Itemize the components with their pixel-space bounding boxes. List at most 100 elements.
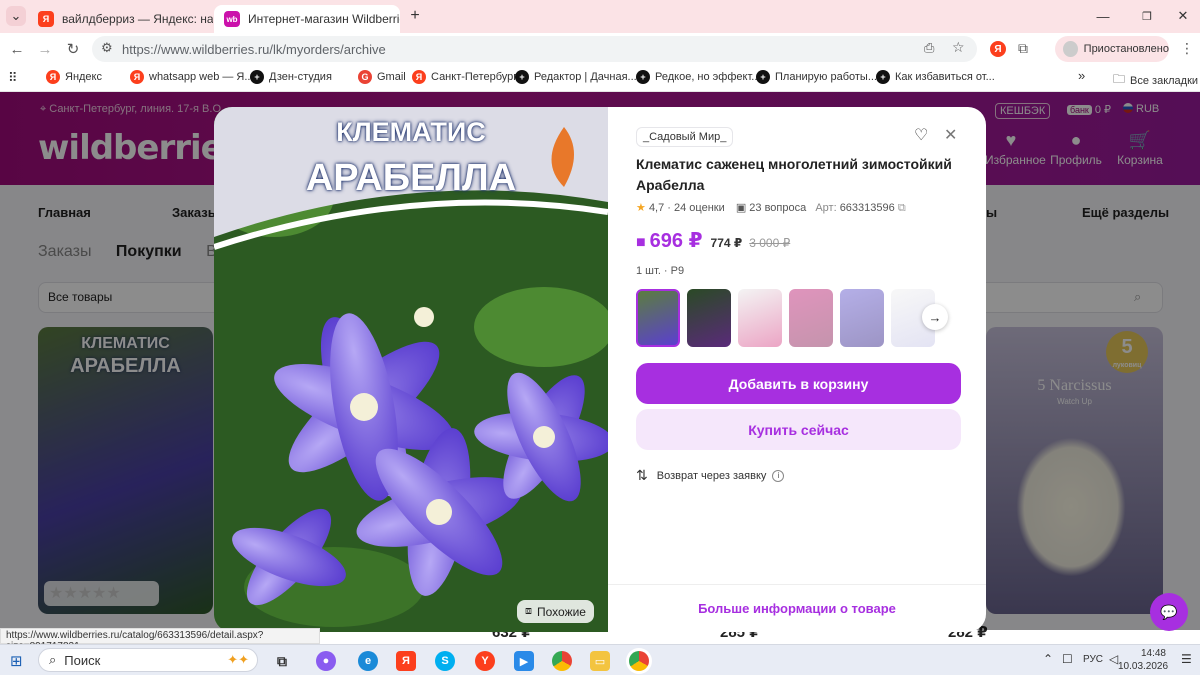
copy-icon[interactable]: ⧉ bbox=[898, 202, 906, 214]
thumbnail[interactable] bbox=[738, 289, 782, 347]
similar-label: Похожие bbox=[537, 604, 586, 619]
all-bookmarks-button[interactable]: 🗀 Все закладки bbox=[1113, 70, 1198, 91]
bookmark-item[interactable]: + Как избавиться от... bbox=[876, 70, 995, 84]
avatar bbox=[1063, 41, 1078, 57]
bookmark-item[interactable]: G Gmail bbox=[358, 70, 406, 84]
info-icon[interactable]: i bbox=[772, 469, 785, 482]
question-icon: ▣ bbox=[735, 202, 747, 214]
thumbnail[interactable] bbox=[840, 289, 884, 347]
new-tab-button[interactable]: + bbox=[405, 6, 425, 26]
zen-icon: + bbox=[250, 70, 264, 84]
back-button[interactable]: ← bbox=[7, 39, 27, 59]
bookmark-label: Планирую работы... bbox=[775, 71, 877, 83]
more-info-link[interactable]: Больше информации о товаре bbox=[608, 584, 986, 632]
menu-icon[interactable]: ⋮ bbox=[1180, 40, 1194, 57]
bookmark-item[interactable]: + Дзен-студия bbox=[250, 70, 332, 84]
favorite-heart-icon[interactable]: ♡ bbox=[914, 125, 928, 145]
bookmark-item[interactable]: Яwhatsapp web — Я... bbox=[130, 70, 254, 84]
profile-label: Приостановлено bbox=[1083, 43, 1169, 55]
clock[interactable]: 14:48 10.03.2026 bbox=[1118, 647, 1168, 673]
thumbnail[interactable] bbox=[687, 289, 731, 347]
bookmark-item[interactable]: + Редактор | Дачная... bbox=[515, 70, 637, 84]
bookmark-label: Gmail bbox=[377, 71, 406, 83]
install-app-icon[interactable]: ⎙ bbox=[924, 40, 934, 56]
folder-icon: 🗀 bbox=[1113, 72, 1126, 86]
return-info: ⇅ Возврат через заявку i bbox=[636, 467, 785, 484]
bookmark-star-icon[interactable]: ☆ bbox=[952, 39, 965, 56]
edge-icon[interactable]: e bbox=[358, 651, 378, 671]
browser-tab-strip: ⌄ Я вайлдберриз — Яндекс: нашл ✕ wb Инте… bbox=[0, 0, 1200, 33]
thumbnail[interactable] bbox=[789, 289, 833, 347]
profile-button[interactable]: Приостановлено bbox=[1055, 36, 1169, 62]
reload-button[interactable]: ↻ bbox=[63, 39, 83, 59]
return-label: Возврат через заявку bbox=[656, 469, 767, 482]
windows-start-icon[interactable]: ⊞ bbox=[10, 652, 23, 670]
taskbar-search[interactable]: ⌕ Поиск ✦✦ bbox=[38, 648, 258, 672]
price-current: 696 ₽ bbox=[649, 230, 703, 252]
network-icon[interactable]: ☐ bbox=[1062, 652, 1073, 666]
questions-link[interactable]: 23 вопроса bbox=[749, 202, 806, 214]
rating-row: ★ 4,7 · 24 оценки ▣ 23 вопроса Арт: 6633… bbox=[636, 202, 906, 214]
chat-button[interactable]: 💬 bbox=[1150, 593, 1188, 631]
chrome-active-icon[interactable] bbox=[629, 651, 649, 671]
more-bookmarks-button[interactable]: » bbox=[1078, 68, 1085, 83]
arrow-right-icon: → bbox=[928, 309, 942, 325]
yandex-icon[interactable]: Я bbox=[396, 651, 416, 671]
price-without-wallet: 774 ₽ bbox=[710, 236, 743, 250]
similar-icon: ⧈ bbox=[525, 605, 532, 617]
clock-time: 14:48 bbox=[1140, 648, 1166, 659]
buy-now-button[interactable]: Купить сейчас bbox=[636, 409, 961, 450]
notification-icon[interactable]: ☰ bbox=[1181, 652, 1192, 666]
yandex-extension-icon[interactable]: Я bbox=[990, 41, 1006, 57]
chrome-icon[interactable] bbox=[552, 651, 572, 671]
extensions-icon[interactable]: ⧉ bbox=[1018, 40, 1028, 57]
browser-toolbar: ← → ↻ ⚙ https://www.wildberries.ru/lk/my… bbox=[0, 33, 1200, 65]
skype-icon[interactable]: S bbox=[435, 651, 455, 671]
similar-button[interactable]: ⧈ Похожие bbox=[517, 600, 594, 623]
tray-chevron-icon[interactable]: ⌃ bbox=[1043, 652, 1053, 666]
wildberries-icon: wb bbox=[224, 11, 240, 27]
yandex-icon: Я bbox=[412, 70, 426, 84]
reviews-link[interactable]: 24 оценки bbox=[674, 202, 725, 214]
minimize-button[interactable]: — bbox=[1093, 6, 1113, 26]
photo-subtitle: АРАБЕЛЛА bbox=[305, 157, 517, 199]
star-icon: ★ bbox=[636, 202, 646, 214]
file-explorer-icon[interactable]: ▭ bbox=[590, 651, 610, 671]
bookmark-label: Санкт-Петербург bbox=[431, 71, 518, 83]
close-icon[interactable]: ✕ bbox=[944, 125, 957, 145]
language-indicator[interactable]: РУС bbox=[1083, 654, 1103, 665]
search-placeholder: Поиск bbox=[64, 652, 101, 668]
product-title: Клематис саженец многолетний зимостойкий… bbox=[636, 156, 952, 193]
apps-icon[interactable]: ⠿ bbox=[8, 70, 18, 86]
bookmark-item[interactable]: + Планирую работы... bbox=[756, 70, 877, 84]
alice-icon[interactable]: ● bbox=[316, 651, 336, 671]
next-thumbnails-button[interactable]: → bbox=[922, 304, 948, 330]
tab-wildberries[interactable]: wb Интернет-магазин Wildberries ✕ bbox=[214, 5, 400, 33]
maximize-button[interactable]: ❐ bbox=[1137, 6, 1157, 26]
forward-button[interactable]: → bbox=[35, 39, 55, 59]
zen-icon: + bbox=[756, 70, 770, 84]
status-bar-url: https://www.wildberries.ru/catalog/66331… bbox=[0, 628, 320, 652]
product-photo[interactable]: КЛЕМАТИС АРАБЕЛЛА ⧈ Похожие bbox=[214, 107, 614, 632]
yandex-browser-icon[interactable]: Y bbox=[475, 651, 495, 671]
tab-search-button[interactable]: ⌄ bbox=[6, 6, 26, 26]
article-value: 663313596 bbox=[839, 202, 895, 214]
bookmark-item[interactable]: Я Яндекс bbox=[46, 70, 102, 84]
add-to-cart-button[interactable]: Добавить в корзину bbox=[636, 363, 961, 404]
volume-icon[interactable]: ◁ bbox=[1109, 652, 1118, 666]
price-old: 3 000 ₽ bbox=[749, 236, 791, 250]
bookmark-label: Редкое, но эффект... bbox=[655, 71, 761, 83]
thumbnail[interactable] bbox=[636, 289, 680, 347]
close-window-button[interactable]: ✕ bbox=[1173, 6, 1193, 26]
tab-yandex[interactable]: Я вайлдберриз — Яндекс: нашл ✕ bbox=[28, 5, 213, 33]
bookmark-item[interactable]: Я Санкт-Петербург bbox=[412, 70, 517, 84]
chat-icon: 💬 bbox=[1160, 603, 1178, 620]
address-bar[interactable]: ⚙ https://www.wildberries.ru/lk/myorders… bbox=[92, 36, 977, 62]
return-icon: ⇅ bbox=[636, 467, 648, 483]
site-settings-icon[interactable]: ⚙ bbox=[101, 40, 113, 56]
bookmark-item[interactable]: + Редкое, но эффект... bbox=[636, 70, 760, 84]
bookmark-label: whatsapp web — Я... bbox=[149, 71, 254, 83]
meet-icon[interactable]: ▶ bbox=[514, 651, 534, 671]
task-view-icon[interactable]: ⧉ bbox=[272, 651, 292, 671]
brand-link[interactable]: _Садовый Мир_ bbox=[636, 127, 734, 147]
